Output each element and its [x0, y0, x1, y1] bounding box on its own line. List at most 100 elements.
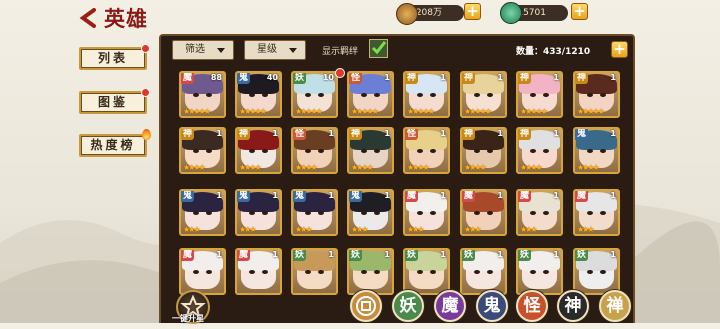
hero-stars: ★★★★ — [183, 163, 206, 172]
hero-card[interactable]: 妖1 — [516, 248, 563, 295]
hero-card[interactable]: 神 1 ★★★★ — [347, 127, 394, 174]
hero-level: 1 — [328, 129, 334, 138]
hero-eye — [600, 270, 606, 274]
hero-card[interactable]: 神 1 ★★★★★ — [460, 71, 507, 118]
hero-card[interactable]: 魔1 — [235, 248, 282, 295]
hero-card[interactable]: 魔 1 ★★★ — [460, 189, 507, 236]
hero-card[interactable]: 鬼 1 ★★★ — [347, 189, 394, 236]
hero-stars: ★★★ — [183, 225, 200, 234]
hero-type-badge: 鬼 — [237, 73, 251, 84]
hero-eye — [543, 211, 549, 215]
hero-stars: ★★★★★ — [520, 107, 548, 116]
hero-stars: ★★★★★ — [183, 107, 211, 116]
hero-card[interactable]: 魔 1 ★★★ — [403, 189, 450, 236]
hero-eye — [361, 270, 367, 274]
hero-card[interactable]: 鬼 1 ★★★ — [235, 189, 282, 236]
add-jade-button[interactable]: + — [571, 3, 588, 20]
hero-level: 1 — [272, 250, 278, 259]
sidebar-item-label: 列表 — [97, 51, 128, 65]
hero-stars: ★★★ — [407, 225, 424, 234]
hero-card[interactable]: 妖 10 ★★★★★ — [291, 71, 338, 118]
hero-card[interactable]: 魔 1 ★★★ — [516, 189, 563, 236]
hero-card[interactable]: 妖1 — [291, 248, 338, 295]
add-coin-button[interactable]: + — [464, 3, 481, 20]
hero-eye — [305, 93, 311, 97]
filter-dropdown[interactable]: 筛选 — [172, 40, 234, 60]
filter-label: 筛选 — [185, 44, 205, 55]
hero-stars: ★★★★ — [464, 163, 487, 172]
hero-card[interactable]: 怪 1 ★★★★★ — [347, 71, 394, 118]
hero-card[interactable]: 怪 1 ★★★★ — [403, 127, 450, 174]
hero-card[interactable]: 魔1 — [179, 248, 226, 295]
category-button[interactable]: 禅 — [599, 290, 631, 322]
category-button[interactable]: 鬼 — [476, 290, 508, 322]
fire-icon — [142, 129, 151, 140]
star-dropdown[interactable]: 星级 — [244, 40, 306, 60]
hero-eye — [262, 93, 268, 97]
hero-count: 数量：433/1210 — [516, 47, 591, 57]
hero-card[interactable]: 神 1 ★★★★★ — [573, 71, 620, 118]
hero-eye — [305, 211, 311, 215]
hero-level: 1 — [440, 250, 446, 259]
hero-card[interactable]: 鬼 1 ★★★ — [179, 189, 226, 236]
notification-dot — [141, 88, 150, 97]
sidebar-item-popularity[interactable]: 热度榜 — [79, 129, 151, 157]
category-button[interactable]: 神 — [557, 290, 589, 322]
hero-card[interactable]: 魔 1 ★★★ — [573, 189, 620, 236]
hero-card[interactable]: 妖1 — [573, 248, 620, 295]
hero-eye — [430, 93, 436, 97]
hero-type-badge: 鬼 — [575, 129, 589, 140]
hero-type-badge: 怪 — [405, 129, 419, 140]
hero-eye — [374, 93, 380, 97]
hero-eye — [361, 93, 367, 97]
category-button[interactable]: 魔 — [434, 290, 466, 322]
hero-card[interactable]: 魔 88 ★★★★★ — [179, 71, 226, 118]
hero-card[interactable]: 神 1 ★★★★ — [460, 127, 507, 174]
hero-card[interactable]: 神 1 ★★★★ — [179, 127, 226, 174]
category-button[interactable]: 怪 — [516, 290, 548, 322]
hero-card[interactable]: 妖1 — [460, 248, 507, 295]
hero-stars: ★★★★ — [577, 163, 600, 172]
hero-level: 1 — [216, 191, 222, 200]
hero-level: 1 — [497, 73, 503, 82]
hero-type-badge: 神 — [405, 73, 419, 84]
category-button[interactable]: 妖 — [392, 290, 424, 322]
checkmark-icon — [371, 41, 387, 55]
hero-card[interactable]: 鬼 1 ★★★ — [291, 189, 338, 236]
hero-eye — [249, 270, 255, 274]
hero-card[interactable]: 妖1 — [403, 248, 450, 295]
hero-type-badge: 鬼 — [237, 191, 251, 202]
hero-card[interactable]: 神 1 ★★★★★ — [403, 71, 450, 118]
coin-all-icon — [356, 296, 376, 316]
sidebar-item-label: 热度榜 — [90, 138, 136, 152]
hero-type-badge: 魔 — [181, 73, 195, 84]
hero-eye — [474, 149, 480, 153]
hero-card[interactable]: 神 1 ★★★★ — [516, 127, 563, 174]
sidebar-item-list[interactable]: 列表 — [79, 44, 150, 70]
coin-icon — [396, 3, 418, 25]
hero-eye — [318, 211, 324, 215]
show-formation-checkbox[interactable] — [369, 39, 388, 58]
hero-type-badge: 神 — [575, 73, 589, 84]
hero-level: 1 — [272, 191, 278, 200]
back-arrow-icon[interactable] — [78, 8, 100, 28]
category-all-button[interactable] — [350, 290, 382, 322]
sidebar-item-codex[interactable]: 图鉴 — [79, 88, 150, 114]
hero-eye — [543, 93, 549, 97]
expand-capacity-button[interactable]: + — [611, 41, 628, 58]
hero-card[interactable]: 鬼 1 ★★★★ — [573, 127, 620, 174]
hero-level: 1 — [272, 129, 278, 138]
hero-level: 88 — [210, 73, 222, 82]
hero-type-badge: 魔 — [518, 191, 532, 202]
hero-card[interactable]: 妖1 — [347, 248, 394, 295]
hero-card[interactable]: 怪 1 ★★★★ — [291, 127, 338, 174]
hero-card[interactable]: 鬼 40 ★★★★★ — [235, 71, 282, 118]
hero-card[interactable]: 神 1 ★★★★ — [235, 127, 282, 174]
hero-eye — [530, 270, 536, 274]
hero-level: 1 — [497, 191, 503, 200]
hero-eye — [530, 211, 536, 215]
hero-card[interactable]: 神 1 ★★★★★ — [516, 71, 563, 118]
hero-eye — [600, 93, 606, 97]
hero-eye — [587, 270, 593, 274]
hero-type-badge: 神 — [181, 129, 195, 140]
